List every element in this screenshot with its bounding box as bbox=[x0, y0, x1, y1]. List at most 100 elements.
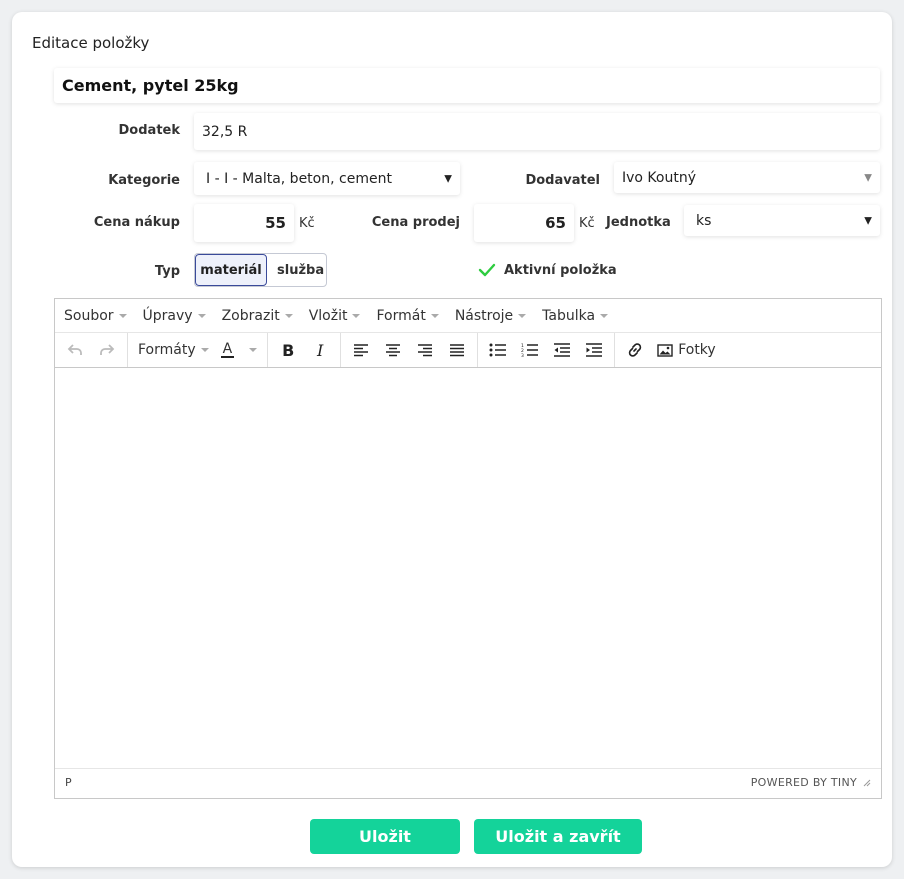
text-color-icon: A bbox=[220, 341, 235, 358]
editor-toolbar: Formáty A B I 1 2 3 Fotky bbox=[55, 333, 881, 368]
dodavatel-value: Ivo Koutný bbox=[622, 169, 696, 186]
edit-item-dialog: Editace položky Dodatek 32,5 R Kategorie… bbox=[12, 12, 892, 867]
link-button[interactable] bbox=[619, 336, 651, 364]
caret-down-icon: ▼ bbox=[444, 173, 452, 184]
chevron-down-icon bbox=[600, 313, 609, 318]
dodatek-label: Dodatek bbox=[118, 123, 180, 138]
photos-label: Fotky bbox=[678, 342, 716, 358]
cena-prodej-value: 65 bbox=[545, 214, 566, 232]
kategorie-label: Kategorie bbox=[108, 173, 180, 188]
numbered-list-button[interactable]: 123 bbox=[514, 336, 546, 364]
caret-down-icon: ▼ bbox=[864, 172, 872, 183]
resize-handle-icon[interactable] bbox=[863, 779, 871, 787]
jednotka-label: Jednotka bbox=[606, 215, 671, 230]
align-right-button[interactable] bbox=[409, 336, 441, 364]
numbered-list-icon: 123 bbox=[521, 343, 539, 357]
align-center-icon bbox=[386, 344, 401, 357]
align-right-icon bbox=[418, 344, 433, 357]
undo-icon bbox=[67, 344, 82, 355]
bold-icon: B bbox=[282, 340, 295, 360]
link-icon bbox=[628, 343, 642, 357]
formats-label: Formáty bbox=[138, 342, 196, 358]
dodatek-input[interactable]: 32,5 R bbox=[194, 113, 880, 150]
outdent-icon bbox=[554, 343, 571, 357]
typ-toggle: materiál služba bbox=[194, 253, 327, 287]
bullet-list-button[interactable] bbox=[482, 336, 514, 364]
cena-nakup-input[interactable]: 55 bbox=[194, 204, 294, 242]
align-justify-icon bbox=[450, 344, 465, 357]
outdent-button[interactable] bbox=[546, 336, 578, 364]
aktivni-checkbox[interactable]: Aktivní položka bbox=[478, 262, 617, 278]
chevron-down-icon bbox=[118, 313, 127, 318]
checkmark-icon bbox=[478, 263, 496, 277]
typ-label: Typ bbox=[154, 264, 180, 279]
format-group: Formáty A bbox=[128, 333, 269, 367]
item-name-input[interactable] bbox=[54, 68, 880, 103]
menu-vlozit[interactable]: Vložit bbox=[309, 308, 361, 324]
dodatek-value: 32,5 R bbox=[202, 123, 248, 140]
powered-by-link[interactable]: POWERED BY TINY bbox=[751, 776, 857, 789]
menu-soubor[interactable]: Soubor bbox=[64, 308, 127, 324]
chevron-down-icon bbox=[197, 313, 206, 318]
menu-tabulka[interactable]: Tabulka bbox=[542, 308, 609, 324]
align-left-icon bbox=[354, 344, 369, 357]
rich-text-editor: Soubor Úpravy Zobrazit Vložit Formát Nás… bbox=[54, 298, 882, 799]
chevron-down-icon bbox=[518, 313, 527, 318]
bold-button[interactable]: B bbox=[272, 336, 304, 364]
jednotka-select[interactable]: ks ▼ bbox=[684, 205, 880, 236]
typ-option-material[interactable]: materiál bbox=[195, 254, 267, 286]
menu-upravy[interactable]: Úpravy bbox=[143, 308, 206, 324]
history-group bbox=[55, 333, 128, 367]
cena-prodej-label: Cena prodej bbox=[371, 215, 460, 230]
chevron-down-icon bbox=[284, 313, 293, 318]
undo-button[interactable] bbox=[59, 336, 91, 364]
dodavatel-label: Dodavatel bbox=[525, 173, 600, 188]
jednotka-value: ks bbox=[696, 212, 712, 229]
chevron-down-icon bbox=[430, 313, 439, 318]
indent-icon bbox=[586, 343, 603, 357]
style-group: B I bbox=[268, 333, 342, 367]
align-group bbox=[341, 333, 479, 367]
list-group: 123 bbox=[478, 333, 616, 367]
insert-group: Fotky bbox=[615, 333, 726, 367]
align-justify-button[interactable] bbox=[441, 336, 473, 364]
image-icon bbox=[657, 343, 673, 357]
chevron-down-icon bbox=[352, 313, 361, 318]
redo-button[interactable] bbox=[91, 336, 123, 364]
menu-format[interactable]: Formát bbox=[376, 308, 439, 324]
dodavatel-select[interactable]: Ivo Koutný ▼ bbox=[614, 162, 880, 193]
menu-zobrazit[interactable]: Zobrazit bbox=[222, 308, 293, 324]
indent-button[interactable] bbox=[578, 336, 610, 364]
cena-prodej-input[interactable]: 65 bbox=[474, 204, 574, 242]
kategorie-select[interactable]: I - I - Malta, beton, cement ▼ bbox=[194, 162, 460, 195]
powered-by: POWERED BY TINY bbox=[751, 776, 871, 789]
cena-nakup-label: Cena nákup bbox=[93, 215, 180, 230]
bullet-list-icon bbox=[489, 343, 507, 357]
chevron-down-icon bbox=[249, 348, 258, 352]
aktivni-label: Aktivní položka bbox=[504, 262, 617, 278]
align-left-button[interactable] bbox=[345, 336, 377, 364]
kategorie-value: I - I - Malta, beton, cement bbox=[206, 170, 392, 187]
text-color-button[interactable]: A bbox=[215, 336, 264, 364]
align-center-button[interactable] bbox=[377, 336, 409, 364]
editor-statusbar: P POWERED BY TINY bbox=[55, 768, 881, 796]
chevron-down-icon bbox=[200, 348, 209, 352]
dialog-title: Editace položky bbox=[32, 34, 150, 52]
typ-option-sluzba[interactable]: služba bbox=[267, 254, 326, 286]
italic-button[interactable]: I bbox=[304, 336, 336, 364]
menu-nastroje[interactable]: Nástroje bbox=[455, 308, 527, 324]
photos-button[interactable]: Fotky bbox=[651, 336, 722, 364]
save-button[interactable]: Uložit bbox=[310, 819, 460, 854]
editor-content-area[interactable] bbox=[55, 368, 881, 768]
element-path[interactable]: P bbox=[65, 776, 72, 789]
cena-prodej-unit: Kč bbox=[579, 216, 595, 231]
svg-text:3: 3 bbox=[521, 353, 524, 357]
cena-nakup-unit: Kč bbox=[299, 216, 315, 231]
formats-dropdown[interactable]: Formáty bbox=[132, 336, 215, 364]
save-close-button[interactable]: Uložit a zavřít bbox=[474, 819, 642, 854]
italic-icon: I bbox=[317, 340, 324, 360]
cena-nakup-value: 55 bbox=[265, 214, 286, 232]
redo-icon bbox=[100, 344, 115, 355]
caret-down-icon: ▼ bbox=[864, 215, 872, 226]
editor-menubar: Soubor Úpravy Zobrazit Vložit Formát Nás… bbox=[55, 299, 881, 333]
